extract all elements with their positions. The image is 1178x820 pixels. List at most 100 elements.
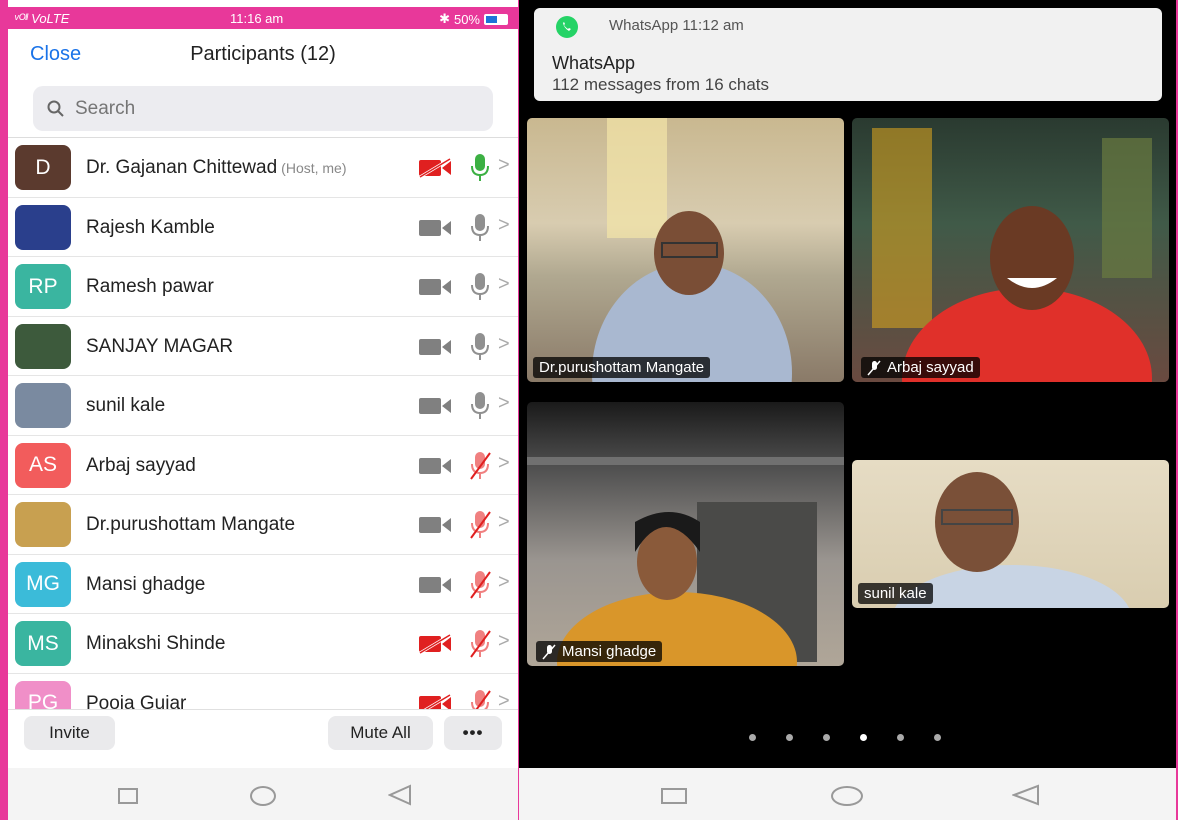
mute-all-button[interactable]: Mute All <box>328 716 433 750</box>
notification-message: 112 messages from 16 chats <box>552 75 770 94</box>
participants-header: Participants (12) Close <box>8 29 518 81</box>
battery-percent: 50% <box>453 11 480 27</box>
page-title: Participants (12) <box>190 43 336 65</box>
participant-name-text: Ramesh pawar <box>86 276 214 297</box>
participant-row[interactable]: SANJAY MAGAR > <box>8 317 518 376</box>
avatar-initials: PG <box>27 691 59 709</box>
chevron-right-icon[interactable]: > <box>498 690 510 710</box>
chevron-right-icon[interactable]: > <box>498 630 510 653</box>
participant-row[interactable]: MG Mansi ghadge > <box>8 555 518 614</box>
status-time: 11:16 am <box>230 11 284 26</box>
muted-mic-icon <box>542 644 556 659</box>
video-icon[interactable] <box>418 456 452 476</box>
video-icon[interactable] <box>418 218 452 238</box>
participant-row[interactable]: D Dr. Gajanan Chittewad (Host, me) > <box>8 138 518 198</box>
status-bar: ᵛᴼˡˡ VoLTE 11:16 am ✱ 50% <box>8 7 518 29</box>
chevron-right-icon[interactable]: > <box>498 511 510 534</box>
microphone-icon[interactable] <box>469 332 491 362</box>
recents-icon[interactable] <box>118 788 138 804</box>
avatar-initials: MG <box>26 572 60 595</box>
tile-name-label: Mansi ghadge <box>536 641 663 662</box>
participant-name-text: SANJAY MAGAR <box>86 335 234 357</box>
home-icon[interactable] <box>250 786 276 806</box>
video-icon[interactable] <box>418 277 452 297</box>
search-icon <box>47 100 64 117</box>
page-dot[interactable] <box>934 734 941 741</box>
video-tile[interactable]: Dr.purushottam Mangate <box>527 118 844 382</box>
participant-name: Ramesh pawar <box>86 276 218 298</box>
tile-name-text: Arbaj sayyad <box>887 359 974 376</box>
chevron-right-icon[interactable]: > <box>498 214 510 237</box>
microphone-icon[interactable] <box>469 629 491 659</box>
microphone-icon[interactable] <box>469 391 491 421</box>
whatsapp-notification[interactable]: WhatsApp 11:12 am WhatsApp 112 messages … <box>534 8 1162 101</box>
participant-row[interactable]: Dr.purushottam Mangate > <box>8 495 518 555</box>
page-dot[interactable] <box>749 734 756 741</box>
muted-mic-icon <box>867 360 881 375</box>
page-dot[interactable] <box>860 734 867 741</box>
recents-icon[interactable] <box>661 788 687 804</box>
participant-row[interactable]: RP Ramesh pawar > <box>8 257 518 317</box>
participant-row[interactable]: sunil kale > <box>8 376 518 436</box>
participant-row[interactable]: PG Pooja Gujar > <box>8 674 518 710</box>
participant-row[interactable]: AS Arbaj sayyad > <box>8 436 518 495</box>
microphone-icon[interactable] <box>469 451 491 481</box>
participant-name-text: Rajesh Kamble <box>86 216 215 238</box>
microphone-icon[interactable] <box>469 510 491 540</box>
participant-row[interactable]: MS Minakshi Shinde > <box>8 614 518 674</box>
page-dot[interactable] <box>823 734 830 741</box>
participant-video-icon <box>592 118 792 382</box>
participant-name: Dr. Gajanan Chittewad (Host, me) <box>86 157 347 179</box>
video-icon[interactable] <box>418 634 452 654</box>
invite-button[interactable]: Invite <box>24 716 115 750</box>
android-nav-bar <box>8 768 518 820</box>
battery-indicator: ✱ 50% <box>439 11 508 27</box>
avatar <box>15 383 71 428</box>
avatar: MS <box>15 621 71 666</box>
chevron-right-icon[interactable]: > <box>498 392 510 415</box>
video-gallery-screen: WhatsApp 11:12 am WhatsApp 112 messages … <box>519 0 1176 820</box>
microphone-icon[interactable] <box>469 689 491 710</box>
chevron-right-icon[interactable]: > <box>498 333 510 356</box>
microphone-icon[interactable] <box>469 153 491 183</box>
participant-name-text: Mansi ghadge <box>86 573 206 595</box>
video-icon[interactable] <box>418 575 452 595</box>
more-options-button[interactable]: ••• <box>444 716 502 750</box>
video-icon[interactable] <box>418 396 452 416</box>
video-icon[interactable] <box>418 158 452 178</box>
avatar-initials: AS <box>28 453 57 476</box>
microphone-icon[interactable] <box>469 213 491 243</box>
video-icon[interactable] <box>418 693 452 710</box>
chevron-right-icon[interactable]: > <box>498 154 510 177</box>
microphone-icon[interactable] <box>469 272 491 302</box>
chevron-right-icon[interactable]: > <box>498 452 510 475</box>
back-icon[interactable] <box>1012 784 1040 806</box>
video-icon[interactable] <box>418 337 452 357</box>
video-tile[interactable]: Mansi ghadge <box>527 402 844 666</box>
participant-list: D Dr. Gajanan Chittewad (Host, me) > Rajesh … <box>8 137 518 709</box>
microphone-icon[interactable] <box>469 570 491 600</box>
avatar: AS <box>15 442 71 488</box>
participant-row[interactable]: Rajesh Kamble > <box>8 198 518 257</box>
video-tile[interactable]: sunil kale <box>852 460 1169 608</box>
video-icon[interactable] <box>418 515 452 535</box>
tile-name-label: Arbaj sayyad <box>861 357 980 378</box>
search-input[interactable] <box>75 97 455 120</box>
search-bar[interactable] <box>33 86 493 131</box>
back-icon[interactable] <box>388 784 412 806</box>
participant-name: SANJAY MAGAR <box>86 336 237 358</box>
whatsapp-icon <box>556 16 578 38</box>
tile-name-label: sunil kale <box>858 583 933 604</box>
participant-name-text: Dr.purushottam Mangate <box>86 514 296 535</box>
battery-icon <box>484 13 508 25</box>
video-tile[interactable]: Arbaj sayyad <box>852 118 1169 382</box>
page-dot[interactable] <box>786 734 793 741</box>
participant-name: Rajesh Kamble <box>86 217 219 239</box>
page-dot[interactable] <box>897 734 904 741</box>
bottom-action-bar: Invite Mute All ••• <box>8 709 518 755</box>
close-button[interactable]: Close <box>30 43 81 66</box>
participant-role-tag: (Host, me) <box>281 160 347 176</box>
chevron-right-icon[interactable]: > <box>498 273 510 296</box>
chevron-right-icon[interactable]: > <box>498 571 510 594</box>
home-icon[interactable] <box>831 786 863 806</box>
